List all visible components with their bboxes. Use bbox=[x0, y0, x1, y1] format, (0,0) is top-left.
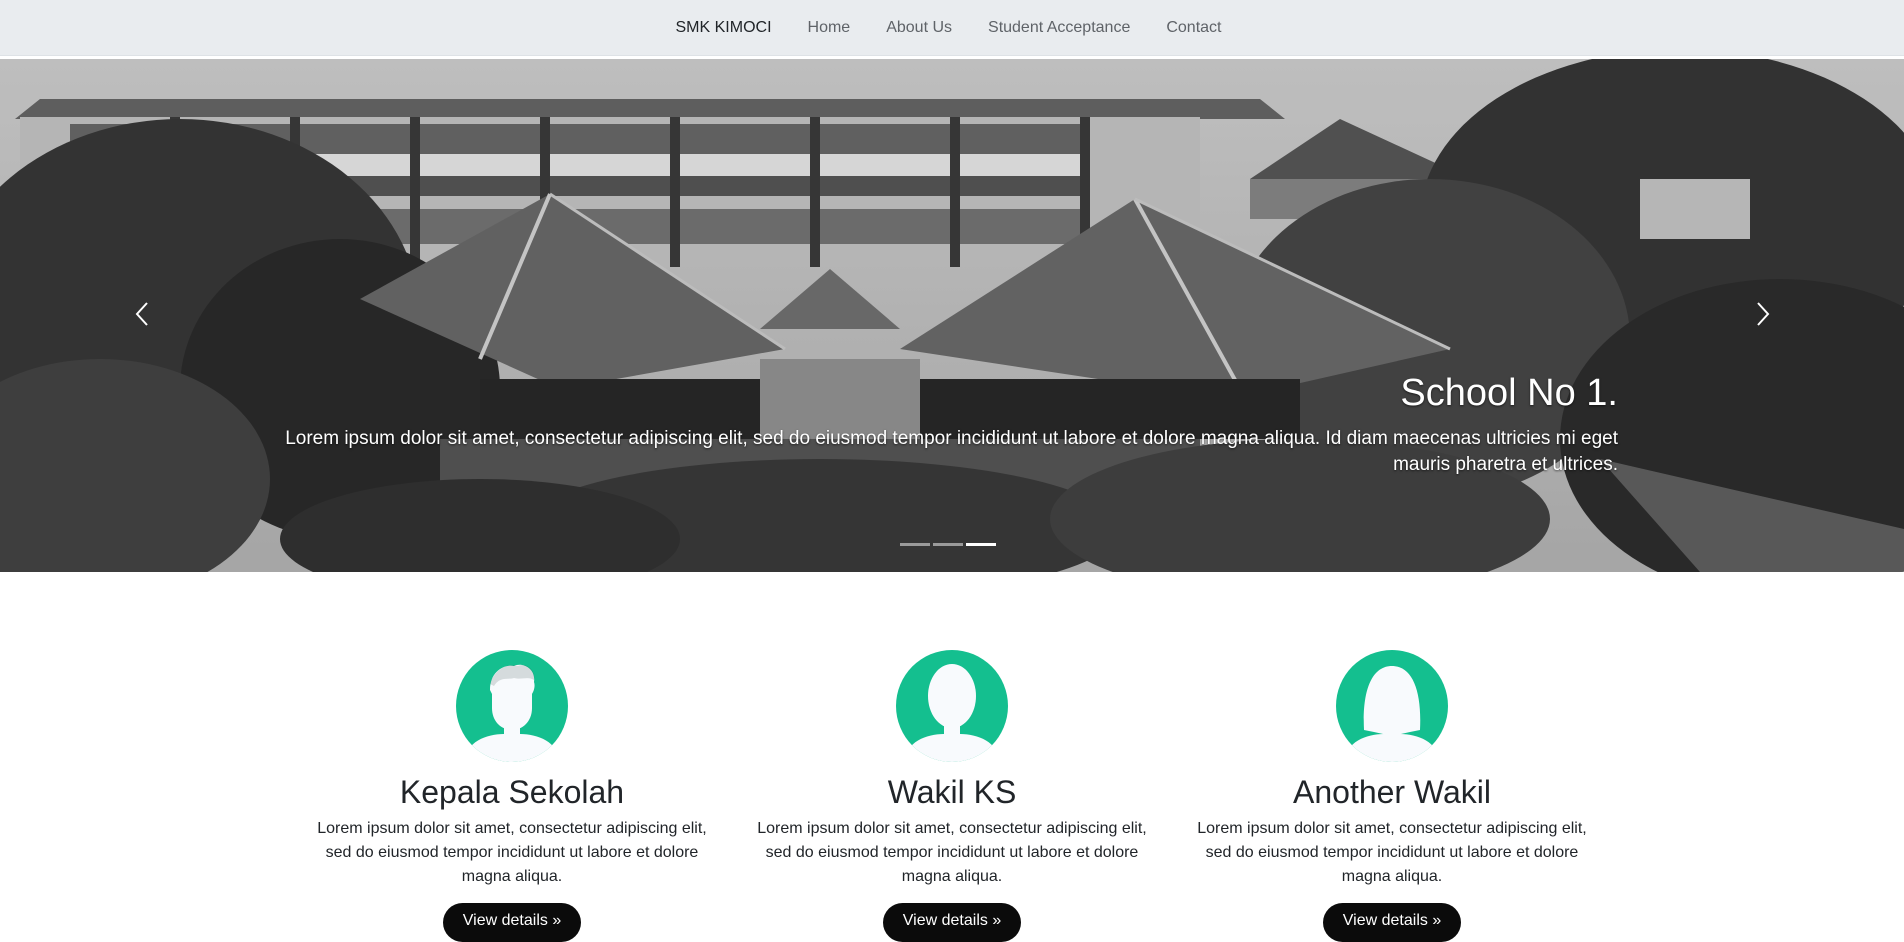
female-avatar-icon bbox=[896, 650, 1008, 762]
staff-name: Another Wakil bbox=[1293, 774, 1491, 810]
carousel-caption: School No 1. Lorem ipsum dolor sit amet,… bbox=[258, 372, 1618, 479]
navbar: SMK KIMOCI Home About Us Student Accepta… bbox=[0, 0, 1904, 56]
carousel-indicator-1[interactable] bbox=[900, 543, 930, 546]
staff-name: Wakil KS bbox=[887, 774, 1017, 810]
female-avatar-icon bbox=[1336, 650, 1448, 762]
staff-card: Kepala Sekolah Lorem ipsum dolor sit ame… bbox=[312, 650, 712, 942]
carousel-indicators bbox=[900, 543, 996, 546]
nav-link-home[interactable]: Home bbox=[808, 19, 851, 37]
staff-description: Lorem ipsum dolor sit amet, consectetur … bbox=[757, 820, 1147, 885]
brand-link[interactable]: SMK KIMOCI bbox=[676, 19, 772, 37]
view-details-button[interactable]: View details » bbox=[882, 903, 1022, 942]
staff-description: Lorem ipsum dolor sit amet, consectetur … bbox=[1197, 820, 1587, 885]
carousel-indicator-2[interactable] bbox=[933, 543, 963, 546]
nav-menu: SMK KIMOCI Home About Us Student Accepta… bbox=[676, 19, 1222, 37]
staff-description: Lorem ipsum dolor sit amet, consectetur … bbox=[317, 820, 707, 885]
staff-card: Another Wakil Lorem ipsum dolor sit amet… bbox=[1192, 650, 1592, 942]
carousel-prev-button[interactable] bbox=[113, 284, 173, 344]
carousel-next-button[interactable] bbox=[1732, 284, 1792, 344]
staff-card: Wakil KS Lorem ipsum dolor sit amet, con… bbox=[752, 650, 1152, 942]
nav-link-contact[interactable]: Contact bbox=[1166, 19, 1221, 37]
male-avatar-icon bbox=[456, 650, 568, 762]
carousel-indicator-3[interactable] bbox=[966, 543, 996, 546]
hero-carousel: School No 1. Lorem ipsum dolor sit amet,… bbox=[0, 59, 1904, 572]
view-details-button[interactable]: View details » bbox=[1322, 903, 1462, 942]
staff-name: Kepala Sekolah bbox=[399, 774, 625, 810]
nav-link-student-acceptance[interactable]: Student Acceptance bbox=[988, 19, 1130, 37]
carousel-slide-image bbox=[0, 59, 1904, 572]
carousel-title: School No 1. bbox=[1400, 372, 1618, 414]
view-details-button[interactable]: View details » bbox=[442, 903, 582, 942]
carousel-text: Lorem ipsum dolor sit amet, consectetur … bbox=[285, 427, 1618, 476]
chevron-left-icon bbox=[135, 302, 148, 326]
nav-link-about-us[interactable]: About Us bbox=[886, 19, 952, 37]
chevron-right-icon bbox=[1757, 302, 1770, 326]
